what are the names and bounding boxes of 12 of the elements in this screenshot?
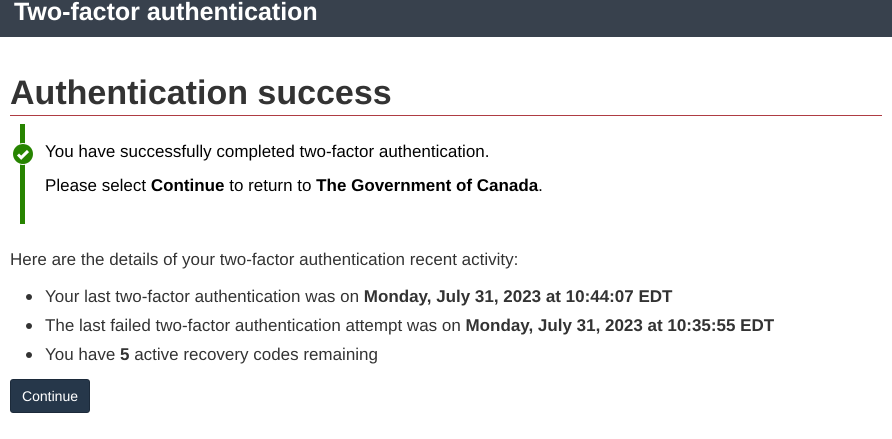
detail-text: The last failed two-factor authentication attempt was on Monday, July 31, 2023 at 10:35:55 EDT xyxy=(45,315,774,337)
detail-text: Your last two-factor authentication was on Monday, July 31, 2023 at 10:44:07 EDT xyxy=(45,286,672,308)
continue-button[interactable]: Continue xyxy=(10,379,90,413)
page-heading: Authentication success xyxy=(10,73,393,113)
alert-text: You have successfully completed two-factor authentication. xyxy=(45,141,490,163)
bullet-icon xyxy=(26,352,32,358)
header-title: Two-factor authentication xyxy=(14,0,318,25)
detail-text: You have 5 active recovery codes remaining xyxy=(45,344,378,366)
bullet-icon xyxy=(26,294,32,300)
bullet-icon xyxy=(26,322,32,328)
intro-text: Here are the details of your two-factor authentication recent activity: xyxy=(10,249,520,271)
alert-text: Please select Continue to return to The Government of Canada. xyxy=(45,175,544,197)
